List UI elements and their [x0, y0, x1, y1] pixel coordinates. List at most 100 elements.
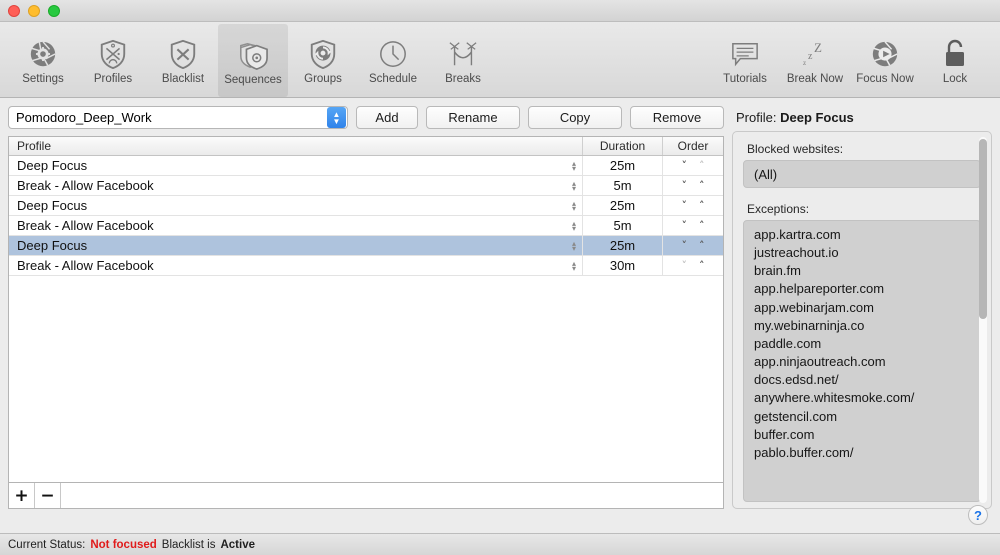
- move-down-icon[interactable]: ˅: [682, 159, 688, 172]
- move-up-icon[interactable]: ˄: [699, 179, 705, 192]
- move-down-icon[interactable]: ˅: [682, 219, 688, 232]
- exceptions-list[interactable]: app.kartra.com justreachout.io brain.fm app…: [743, 220, 981, 502]
- close-button[interactable]: [8, 4, 20, 17]
- detail-scrollbar-thumb[interactable]: [979, 139, 987, 319]
- stacked-shields-icon: [236, 38, 270, 72]
- cell-order: ˅ ˄: [663, 156, 723, 175]
- profile-stepper-icon[interactable]: ▴ ▾: [572, 199, 576, 212]
- blacklist-status-value: Active: [220, 538, 256, 551]
- exception-item[interactable]: app.ninjaoutreach.com: [744, 353, 980, 371]
- toolbar-item-groups[interactable]: Groups: [288, 22, 358, 97]
- profile-detail-title: Profile: Deep Focus: [732, 106, 992, 131]
- svg-text:Z: Z: [814, 40, 822, 55]
- profile-detail-pane: Profile: Deep Focus Blocked websites: (A…: [732, 106, 992, 509]
- app-window: Settings Profiles Blacklist Sequences Gr…: [0, 0, 1000, 555]
- move-up-icon[interactable]: ˄: [699, 159, 705, 172]
- toolbar-item-profiles[interactable]: Profiles: [78, 22, 148, 97]
- exception-item[interactable]: app.webinarjam.com: [744, 298, 980, 316]
- cell-order: ˅ ˄: [663, 256, 723, 275]
- table-row[interactable]: Deep Focus ▴ ▾ 25m ˅ ˄: [9, 156, 723, 176]
- sequence-select-value: Pomodoro_Deep_Work: [16, 110, 152, 125]
- toolbar-item-blacklist[interactable]: Blacklist: [148, 22, 218, 97]
- toolbar-right-group: Tutorials Z z z Break Now Focus Now Lock: [710, 22, 1000, 97]
- profile-stepper-icon[interactable]: ▴ ▾: [572, 259, 576, 272]
- move-up-icon[interactable]: ˄: [699, 199, 705, 212]
- remove-row-button[interactable]: −: [35, 483, 61, 508]
- exception-item[interactable]: brain.fm: [744, 262, 980, 280]
- move-down-icon[interactable]: ˅: [682, 199, 688, 212]
- toolbar-item-lock[interactable]: Lock: [920, 22, 990, 97]
- chevron-up-down-icon[interactable]: ▲ ▼: [327, 107, 346, 128]
- cell-order: ˅ ˄: [663, 216, 723, 235]
- remove-button[interactable]: Remove: [630, 106, 724, 129]
- cell-duration[interactable]: 5m: [583, 216, 663, 235]
- exception-item[interactable]: justreachout.io: [744, 243, 980, 261]
- table-row[interactable]: Deep Focus ▴ ▾ 25m ˅ ˄: [9, 236, 723, 256]
- help-button[interactable]: ?: [968, 505, 988, 525]
- move-up-icon[interactable]: ˄: [699, 219, 705, 232]
- table-row[interactable]: Break - Allow Facebook ▴ ▾ 5m ˅ ˄: [9, 216, 723, 236]
- table-row[interactable]: Deep Focus ▴ ▾ 25m ˅ ˄: [9, 196, 723, 216]
- profile-stepper-icon[interactable]: ▴ ▾: [572, 239, 576, 252]
- toolbar-item-tutorials[interactable]: Tutorials: [710, 22, 780, 97]
- exception-item[interactable]: docs.edsd.net/: [744, 371, 980, 389]
- cell-profile[interactable]: Deep Focus ▴ ▾: [9, 236, 583, 255]
- toolbar-item-label: Tutorials: [723, 73, 767, 86]
- cell-profile-text: Deep Focus: [17, 198, 88, 213]
- exception-item[interactable]: my.webinarninja.co: [744, 316, 980, 334]
- sequence-select[interactable]: Pomodoro_Deep_Work ▲ ▼: [8, 106, 348, 129]
- cell-order: ˅ ˄: [663, 236, 723, 255]
- exception-item[interactable]: app.kartra.com: [744, 225, 980, 243]
- blocked-website-item[interactable]: (All): [744, 165, 980, 183]
- add-row-button[interactable]: +: [9, 483, 35, 508]
- sequence-pane: Pomodoro_Deep_Work ▲ ▼ Add Rename Copy Re…: [8, 106, 724, 509]
- cell-duration[interactable]: 25m: [583, 156, 663, 175]
- cell-duration[interactable]: 30m: [583, 256, 663, 275]
- detail-scrollbar-track[interactable]: [979, 137, 987, 503]
- exception-item[interactable]: paddle.com: [744, 334, 980, 352]
- svg-text:z: z: [808, 51, 813, 62]
- cell-duration[interactable]: 25m: [583, 236, 663, 255]
- blocked-websites-list[interactable]: (All): [743, 160, 981, 189]
- table-row[interactable]: Break - Allow Facebook ▴ ▾ 30m ˅ ˄: [9, 256, 723, 276]
- toolbar-item-breaks[interactable]: Breaks: [428, 22, 498, 97]
- zoom-button[interactable]: [48, 4, 60, 17]
- add-button[interactable]: Add: [356, 106, 418, 129]
- aperture-play-icon: [868, 37, 902, 71]
- toolbar-item-sequences[interactable]: Sequences: [218, 24, 288, 97]
- copy-button[interactable]: Copy: [528, 106, 622, 129]
- exception-item[interactable]: app.helpareporter.com: [744, 280, 980, 298]
- move-up-icon[interactable]: ˄: [699, 259, 705, 272]
- cell-duration[interactable]: 25m: [583, 196, 663, 215]
- profile-stepper-icon[interactable]: ▴ ▾: [572, 219, 576, 232]
- rename-button[interactable]: Rename: [426, 106, 520, 129]
- exception-item[interactable]: getstencil.com: [744, 407, 980, 425]
- cell-profile[interactable]: Deep Focus ▴ ▾: [9, 156, 583, 175]
- exception-item[interactable]: pablo.buffer.com/: [744, 443, 980, 461]
- cell-profile[interactable]: Deep Focus ▴ ▾: [9, 196, 583, 215]
- profile-stepper-icon[interactable]: ▴ ▾: [572, 179, 576, 192]
- column-header-duration[interactable]: Duration: [583, 137, 663, 155]
- status-badge: Not focused: [90, 538, 157, 551]
- toolbar-item-label: Break Now: [786, 73, 844, 86]
- column-header-profile[interactable]: Profile: [9, 137, 583, 155]
- move-down-icon[interactable]: ˅: [682, 239, 688, 252]
- move-up-icon[interactable]: ˄: [699, 239, 705, 252]
- exception-item[interactable]: buffer.com: [744, 425, 980, 443]
- bottom-gap: ?: [0, 505, 1000, 533]
- column-header-order[interactable]: Order: [663, 137, 723, 155]
- table-row[interactable]: Break - Allow Facebook ▴ ▾ 5m ˅ ˄: [9, 176, 723, 196]
- cell-profile[interactable]: Break - Allow Facebook ▴ ▾: [9, 256, 583, 275]
- cell-duration[interactable]: 5m: [583, 176, 663, 195]
- toolbar-item-break-now[interactable]: Z z z Break Now: [780, 22, 850, 97]
- cell-profile[interactable]: Break - Allow Facebook ▴ ▾: [9, 216, 583, 235]
- minimize-button[interactable]: [28, 4, 40, 17]
- exception-item[interactable]: anywhere.whitesmoke.com/: [744, 389, 980, 407]
- profile-stepper-icon[interactable]: ▴ ▾: [572, 159, 576, 172]
- toolbar-item-focus-now[interactable]: Focus Now: [850, 22, 920, 97]
- toolbar-item-settings[interactable]: Settings: [8, 22, 78, 97]
- move-down-icon[interactable]: ˅: [682, 259, 688, 272]
- toolbar-item-schedule[interactable]: Schedule: [358, 22, 428, 97]
- cell-profile[interactable]: Break - Allow Facebook ▴ ▾: [9, 176, 583, 195]
- move-down-icon[interactable]: ˅: [682, 179, 688, 192]
